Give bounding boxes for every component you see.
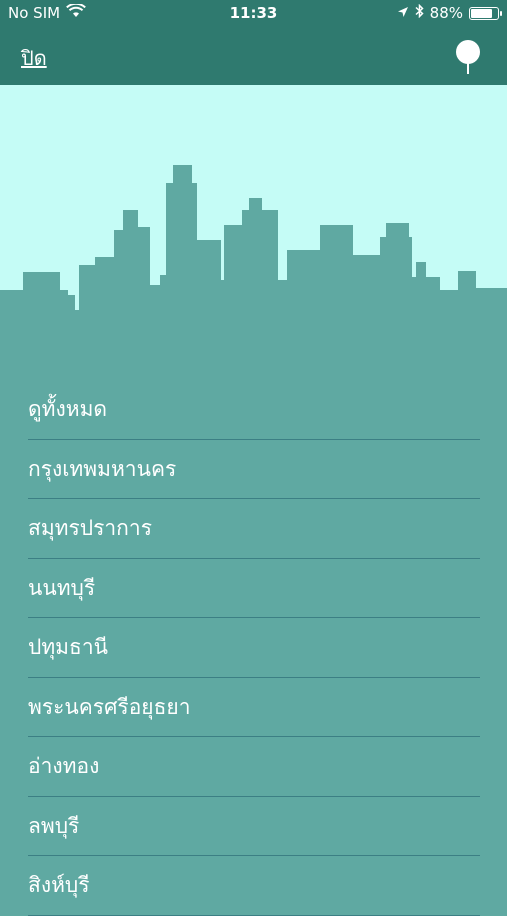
province-item[interactable]: พระนครศรีอยุธยา (28, 678, 480, 737)
city-skyline-banner (0, 85, 507, 325)
province-item[interactable]: นนทบุรี (28, 559, 480, 618)
close-button[interactable]: ปิด (21, 42, 47, 74)
province-item[interactable]: สิงห์บุรี (28, 856, 480, 916)
status-bar: No SIM 11:33 88% (0, 0, 507, 28)
battery-icon (469, 6, 502, 20)
battery-percent: 88% (429, 4, 463, 22)
province-item[interactable]: กรุงเทพมหานคร (28, 440, 480, 499)
city-skyline-illustration (0, 165, 507, 325)
province-item[interactable]: ลพบุรี (28, 797, 480, 856)
bluetooth-icon (415, 3, 424, 22)
province-list: ดูทั้งหมด กรุงเทพมหานคร สมุทรปราการ นนทบ… (0, 380, 507, 916)
location-arrow-icon (397, 4, 409, 22)
province-item[interactable]: สมุทรปราการ (28, 499, 480, 559)
map-pin-button[interactable] (453, 39, 483, 75)
province-item[interactable]: ปทุมธานี (28, 618, 480, 678)
battery-fill (471, 8, 493, 18)
status-right: 88% (397, 3, 502, 22)
map-pin-icon (456, 40, 480, 74)
province-item-all[interactable]: ดูทั้งหมด (28, 380, 480, 440)
nav-bar: ปิด (0, 28, 507, 85)
province-item[interactable]: อ่างทอง (28, 737, 480, 797)
